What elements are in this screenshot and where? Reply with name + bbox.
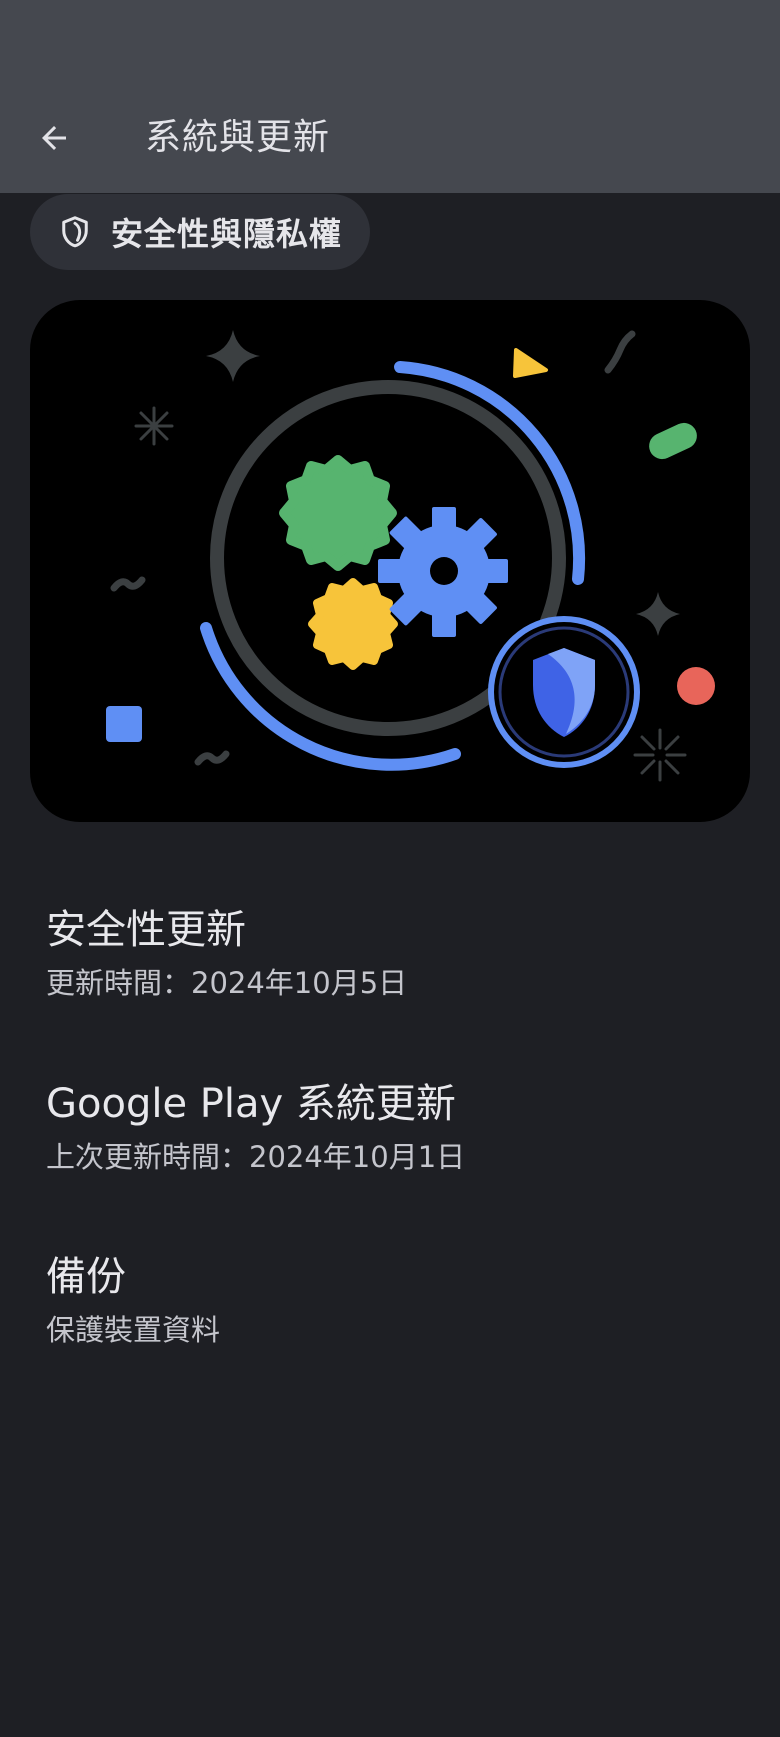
- square-shape: [106, 706, 142, 742]
- green-cog-shape: [279, 455, 397, 571]
- setting-title: Google Play 系統更新: [46, 1081, 456, 1127]
- chip-label: 安全性與隱私權: [111, 215, 343, 253]
- squiggle-icon: [604, 330, 636, 374]
- page-title: 系統與更新: [145, 117, 331, 158]
- shield-icon: [55, 212, 95, 252]
- backup-item[interactable]: 備份 保護裝置資料: [46, 1250, 746, 1352]
- squiggle-icon: [194, 750, 230, 766]
- gear-icon: [378, 507, 508, 637]
- sparkle-icon: [636, 592, 680, 636]
- red-dot-shape: [677, 667, 715, 705]
- asterisk-icon: [134, 406, 174, 446]
- google-play-update-item[interactable]: Google Play 系統更新 上次更新時間：2024年10月1日: [46, 1077, 746, 1179]
- arrow-back-icon: [42, 126, 66, 150]
- squiggle-icon: [110, 576, 146, 592]
- settings-screen: 系統與更新 安全性與隱私權 安全性更新 更新時間：2024年10月5日 Goog…: [0, 0, 780, 1737]
- setting-title: 安全性更新: [46, 907, 246, 953]
- top-app-bar: 系統與更新: [0, 0, 780, 193]
- setting-title: 備份: [46, 1254, 126, 1300]
- security-privacy-chip[interactable]: 安全性與隱私權: [30, 194, 370, 270]
- setting-summary: 保護裝置資料: [46, 1313, 221, 1347]
- back-button[interactable]: [26, 110, 82, 166]
- setting-summary: 上次更新時間：2024年10月1日: [46, 1140, 466, 1174]
- triangle-shape: [513, 348, 548, 378]
- pill-shape: [649, 422, 697, 460]
- security-update-item[interactable]: 安全性更新 更新時間：2024年10月5日: [46, 903, 746, 1005]
- starburst-icon: [633, 728, 687, 782]
- yellow-cog-shape: [308, 578, 398, 670]
- sparkle-icon: [206, 330, 260, 382]
- security-update-illustration: [30, 300, 750, 822]
- setting-summary: 更新時間：2024年10月5日: [46, 966, 408, 1000]
